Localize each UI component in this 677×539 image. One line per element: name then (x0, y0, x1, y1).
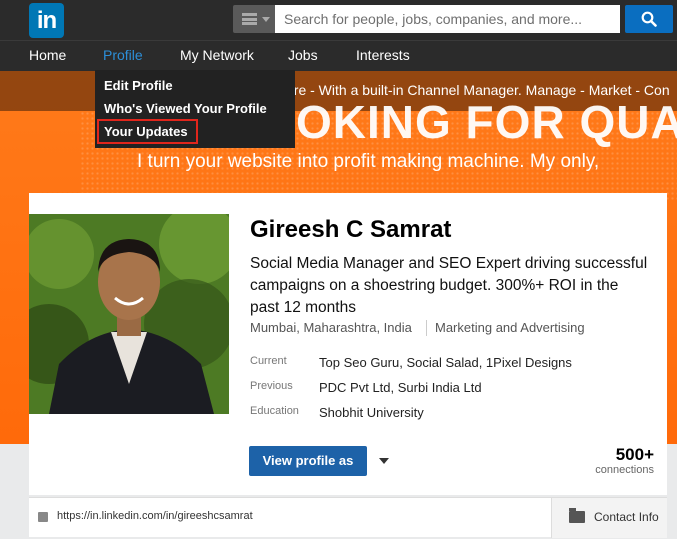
nav-my-network[interactable]: My Network (180, 47, 254, 63)
contact-info-button[interactable]: Contact Info (551, 498, 667, 538)
view-profile-as-button[interactable]: View profile as (249, 446, 367, 476)
search-category-selector[interactable] (233, 5, 275, 33)
nav-jobs[interactable]: Jobs (288, 47, 318, 63)
contact-info-label: Contact Info (594, 510, 659, 524)
education-value[interactable]: Shobhit University (319, 405, 424, 420)
search-input[interactable] (275, 5, 620, 33)
logo-icon[interactable]: in (29, 3, 64, 38)
profile-card: Gireesh C Samrat Social Media Manager an… (29, 193, 667, 538)
connections-label: connections (595, 464, 654, 476)
top-bar: in (0, 0, 677, 40)
banner-headline: OKING FOR QUALITY T (296, 96, 677, 148)
search-icon (641, 11, 657, 27)
banner-subtitle: I turn your website into profit making m… (137, 151, 600, 172)
search-bar (233, 5, 620, 33)
search-button[interactable] (625, 5, 673, 33)
previous-value[interactable]: PDC Pvt Ltd, Surbi India Ltd (319, 380, 482, 395)
divider (426, 320, 427, 336)
profile-dropdown-menu: Edit Profile Who's Viewed Your Profile Y… (95, 70, 295, 148)
education-label: Education (250, 405, 299, 417)
highlight-box (97, 119, 198, 144)
menu-icon (242, 13, 257, 25)
nav-interests[interactable]: Interests (356, 47, 410, 63)
previous-label: Previous (250, 380, 293, 392)
profile-photo[interactable] (29, 214, 229, 414)
profile-industry[interactable]: Marketing and Advertising (435, 320, 585, 335)
chevron-down-icon[interactable] (379, 458, 389, 464)
profile-headline: Social Media Manager and SEO Expert driv… (250, 255, 648, 316)
profile-name: Gireesh C Samrat (250, 216, 452, 243)
menu-item-whos-viewed[interactable]: Who's Viewed Your Profile (104, 101, 267, 116)
profile-location[interactable]: Mumbai, Maharashtra, India (250, 320, 412, 335)
public-profile-url[interactable]: https://in.linkedin.com/in/gireeshcsamra… (57, 510, 253, 522)
nav-profile[interactable]: Profile (103, 47, 143, 63)
connections-count: 500+ (615, 445, 654, 464)
chevron-down-icon (262, 17, 270, 22)
profile-photo-image (29, 214, 229, 414)
menu-item-edit-profile[interactable]: Edit Profile (104, 78, 173, 93)
folder-icon (569, 508, 585, 523)
current-label: Current (250, 355, 287, 367)
profile-card-footer: https://in.linkedin.com/in/gireeshcsamra… (29, 497, 667, 538)
main-nav: Home Profile My Network Jobs Interests (0, 40, 677, 71)
current-value[interactable]: Top Seo Guru, Social Salad, 1Pixel Desig… (319, 355, 572, 370)
linkedin-small-icon (38, 512, 48, 522)
nav-home[interactable]: Home (29, 47, 66, 63)
